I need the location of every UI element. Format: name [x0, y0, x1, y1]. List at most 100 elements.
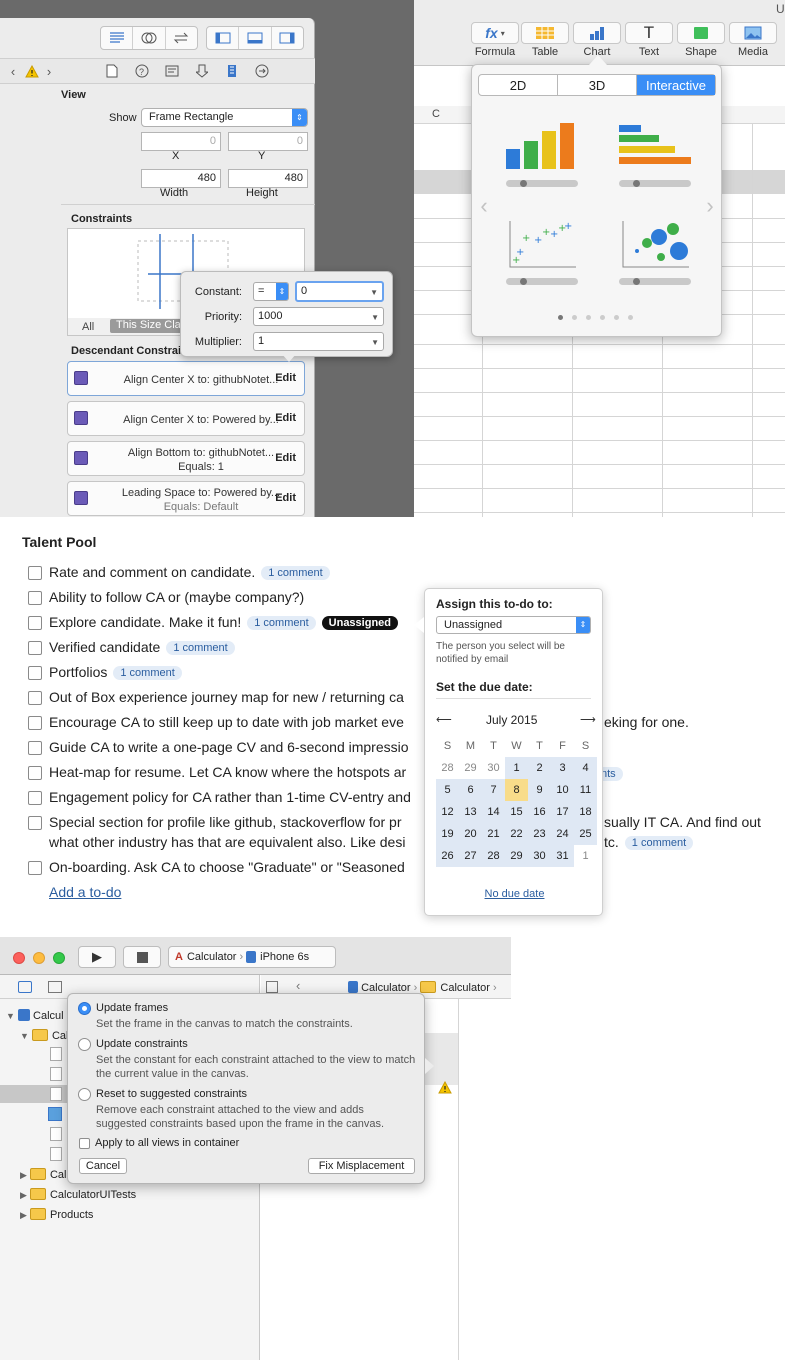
formula-button[interactable]: fx ▾	[471, 22, 519, 44]
calendar-day[interactable]: 10	[551, 779, 574, 801]
comment-badge[interactable]: 1 comment	[113, 666, 182, 680]
slider-knob[interactable]	[633, 278, 640, 285]
todo-item[interactable]: Encourage CA to still keep up to date wi…	[49, 714, 404, 730]
file-inspector-icon[interactable]	[104, 63, 120, 79]
page-dot[interactable]	[628, 315, 633, 320]
navigator-toggle-icon[interactable]	[207, 27, 240, 49]
page-dot[interactable]	[600, 315, 605, 320]
update-constraints-radio[interactable]	[78, 1038, 91, 1051]
group-row[interactable]: ▶ Calc	[20, 1168, 72, 1181]
calendar-day[interactable]: 1	[574, 845, 597, 867]
calendar-day[interactable]: 24	[551, 823, 574, 845]
apply-all-label[interactable]: Apply to all views in container	[95, 1137, 239, 1149]
chart-type-tabs[interactable]: 2D 3D Interactive	[478, 74, 716, 96]
edit-button[interactable]: Edit	[275, 412, 296, 424]
table-button[interactable]	[521, 22, 569, 44]
debug-toggle-icon[interactable]	[239, 27, 272, 49]
fix-misplacement-button[interactable]: Fix Misplacement	[308, 1158, 415, 1174]
slider-knob[interactable]	[633, 180, 640, 187]
calendar-day[interactable]: 27	[459, 845, 482, 867]
comment-badge[interactable]: 1 comment	[624, 836, 694, 850]
page-dot[interactable]	[572, 315, 577, 320]
previous-page-icon[interactable]: ‹	[478, 195, 490, 217]
multiplier-field[interactable]: 1 ▼	[253, 332, 384, 351]
comment-badge[interactable]: 1 comment	[247, 616, 316, 630]
column-c-header[interactable]: C	[432, 108, 440, 120]
todo-checkbox[interactable]	[28, 716, 42, 730]
calendar-day-today[interactable]: 8	[505, 779, 528, 801]
constraint-row[interactable]: Align Center X to: Powered by... Edit	[67, 401, 305, 436]
calendar-day[interactable]: 2	[528, 757, 551, 779]
storyboard-file-icon[interactable]	[50, 1127, 62, 1141]
reset-constraints-label[interactable]: Reset to suggested constraints	[96, 1088, 247, 1100]
group-row[interactable]: ▼ Calc	[20, 1029, 74, 1042]
calendar-day[interactable]: 28	[436, 757, 459, 779]
todo-checkbox[interactable]	[28, 566, 42, 580]
forward-arrow-icon[interactable]: ›	[42, 62, 56, 80]
calendar-day[interactable]: 14	[482, 801, 505, 823]
todo-checkbox[interactable]	[28, 666, 42, 680]
tab-2d[interactable]: 2D	[479, 75, 558, 95]
page-dot[interactable]	[558, 315, 563, 320]
calendar-day[interactable]: 11	[574, 779, 597, 801]
calendar-day[interactable]: 31	[551, 845, 574, 867]
todo-checkbox[interactable]	[28, 616, 42, 630]
calendar-day[interactable]: 7	[482, 779, 505, 801]
calendar-day[interactable]: 30	[482, 757, 505, 779]
all-tab[interactable]: All	[82, 321, 94, 333]
calendar-day[interactable]: 1	[505, 757, 528, 779]
todo-item[interactable]: Rate and comment on candidate. 1 comment	[49, 564, 330, 580]
comment-badge[interactable]: 1 comment	[261, 566, 330, 580]
zoom-window-icon[interactable]	[53, 952, 65, 964]
scatter-chart-thumbnail[interactable]: + + + + + + + +	[506, 219, 578, 285]
relation-popup[interactable]: = ⇕	[253, 282, 289, 301]
show-popup[interactable]: Frame Rectangle ⇕	[141, 108, 308, 127]
related-items-icon[interactable]	[266, 981, 278, 993]
slider-track[interactable]	[506, 180, 578, 187]
slider-track[interactable]	[506, 278, 578, 285]
calendar-day[interactable]: 6	[459, 779, 482, 801]
slider-track[interactable]	[619, 180, 691, 187]
calendar-day[interactable]: 17	[551, 801, 574, 823]
next-month-icon[interactable]: ⟶	[580, 713, 596, 726]
assignee-badge[interactable]: Unassigned	[321, 616, 399, 630]
calendar-day[interactable]: 15	[505, 801, 528, 823]
todo-item[interactable]: Guide CA to write a one-page CV and 6-se…	[49, 739, 409, 755]
bubble-chart-thumbnail[interactable]	[619, 219, 691, 285]
apply-all-checkbox[interactable]	[79, 1138, 90, 1149]
todo-checkbox[interactable]	[28, 791, 42, 805]
slider-knob[interactable]	[520, 180, 527, 187]
todo-item[interactable]: Verified candidate 1 comment	[49, 639, 235, 655]
calendar-day[interactable]: 25	[574, 823, 597, 845]
calendar-day[interactable]: 12	[436, 801, 459, 823]
todo-item[interactable]: Special section for profile like github,…	[49, 814, 402, 830]
constraint-row[interactable]: Align Center X to: githubNotet... Edit	[67, 361, 305, 396]
height-field[interactable]: 480	[228, 169, 308, 188]
todo-checkbox[interactable]	[28, 741, 42, 755]
calendar-day[interactable]: 26	[436, 845, 459, 867]
close-window-icon[interactable]	[13, 952, 25, 964]
todo-item[interactable]: Heat-map for resume. Let CA know where t…	[49, 764, 406, 780]
slider-knob[interactable]	[520, 278, 527, 285]
page-dot[interactable]	[586, 315, 591, 320]
calendar-day[interactable]: 29	[459, 757, 482, 779]
width-field[interactable]: 480	[141, 169, 221, 188]
quick-help-icon[interactable]: ?	[134, 63, 150, 79]
calendar-day[interactable]: 29	[505, 845, 528, 867]
calendar-day[interactable]: 3	[551, 757, 574, 779]
edit-button[interactable]: Edit	[275, 452, 296, 464]
tab-interactive[interactable]: Interactive	[637, 75, 715, 95]
y-field[interactable]: 0	[228, 132, 308, 151]
x-field[interactable]: 0	[141, 132, 221, 151]
calendar-day[interactable]: 22	[505, 823, 528, 845]
assets-icon[interactable]	[48, 1107, 62, 1121]
bar-chart-thumbnail[interactable]	[506, 121, 578, 187]
todo-item-tail[interactable]: tc. 1 comment	[604, 834, 694, 850]
cancel-button[interactable]: Cancel	[79, 1158, 127, 1174]
group-row[interactable]: ▶ CalculatorUITests	[20, 1188, 136, 1201]
calendar-day[interactable]: 19	[436, 823, 459, 845]
update-frames-label[interactable]: Update frames	[96, 1002, 168, 1014]
bar-chart-horizontal-thumbnail[interactable]	[619, 123, 691, 187]
plist-file-icon[interactable]	[50, 1147, 62, 1161]
scheme-selector[interactable]: A Calculator › iPhone 6s	[168, 946, 336, 968]
